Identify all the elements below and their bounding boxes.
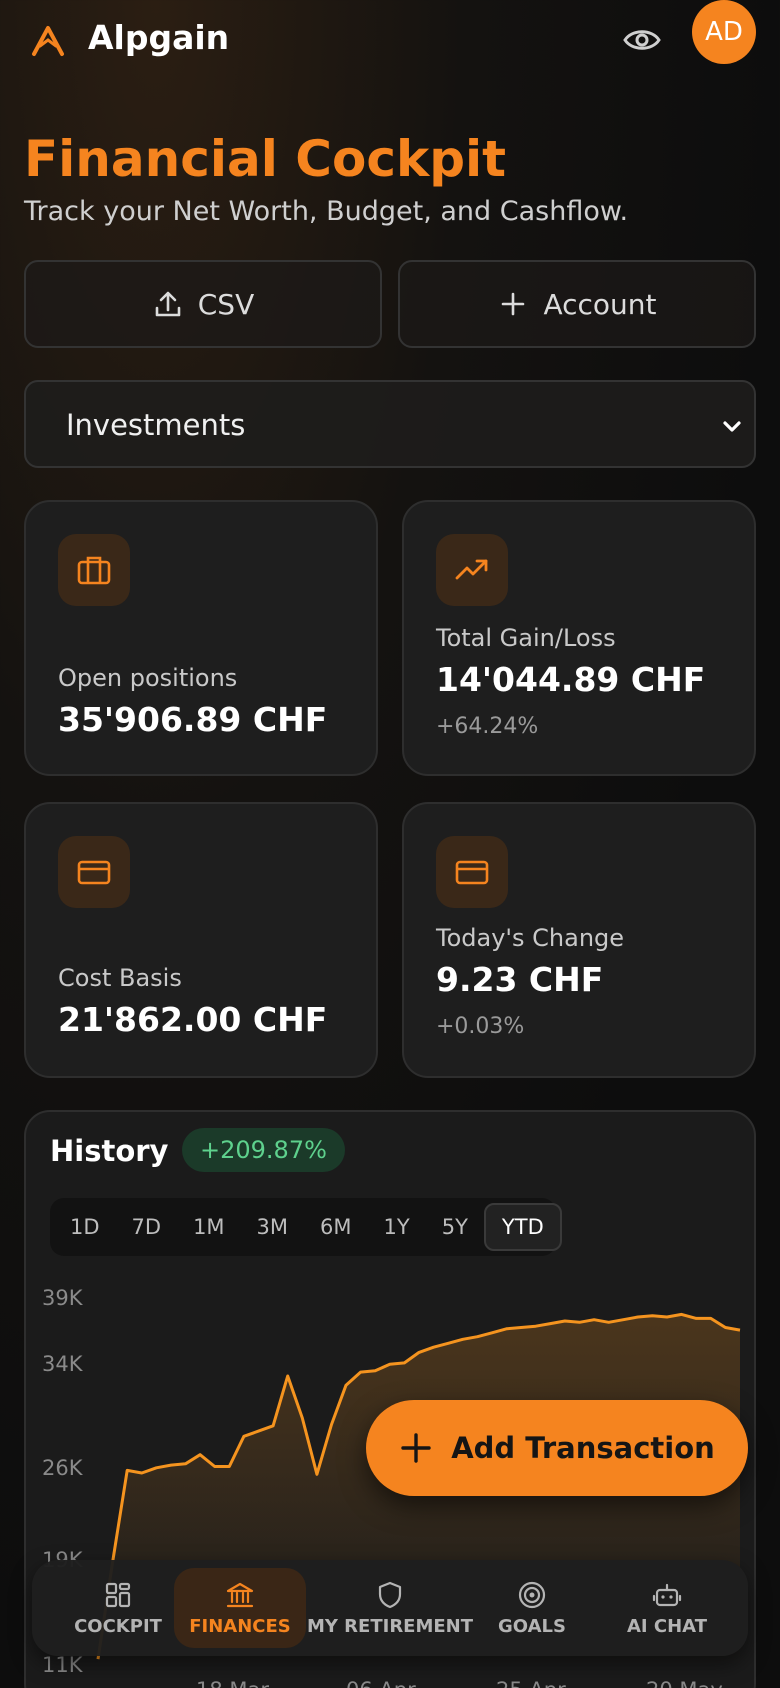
y-tick-label: 39K: [42, 1286, 83, 1310]
credit-card-icon: [58, 836, 130, 908]
bank-icon: [226, 1582, 254, 1607]
app-header: Alpgain AD: [0, 0, 780, 80]
dashboard-icon: [105, 1582, 131, 1607]
x-tick-label: 18 Mar: [196, 1678, 269, 1688]
y-tick-label: 26K: [42, 1456, 83, 1481]
card-value: 14'044.89 CHF: [436, 660, 706, 699]
x-tick-label: 06 Apr: [346, 1678, 416, 1688]
mountain-logo-icon[interactable]: [30, 22, 66, 58]
card-label: Cost Basis: [58, 964, 182, 992]
add-transaction-label: Add Transaction: [451, 1431, 715, 1465]
nav-item-goals[interactable]: GOALS: [474, 1568, 590, 1648]
x-tick-label: 20 May: [646, 1678, 723, 1688]
card-value: 35'906.89 CHF: [58, 700, 328, 739]
plus-icon: [401, 1433, 431, 1463]
open-positions-card[interactable]: Open positions 35'906.89 CHF: [24, 500, 378, 776]
upload-icon: [155, 291, 181, 317]
cost-basis-card[interactable]: Cost Basis 21'862.00 CHF: [24, 802, 378, 1078]
card-value: 21'862.00 CHF: [58, 1000, 328, 1039]
todays-change-card[interactable]: Today's Change 9.23 CHF +0.03%: [402, 802, 756, 1078]
nav-item-my-retirement[interactable]: MY RETIREMENT: [306, 1568, 474, 1648]
card-label: Today's Change: [436, 924, 625, 952]
credit-card-icon: [436, 836, 508, 908]
add-transaction-button[interactable]: Add Transaction: [366, 1400, 748, 1496]
brand-name: Alpgain: [88, 18, 230, 57]
card-percent: +64.24%: [436, 714, 539, 739]
card-label: Open positions: [58, 664, 238, 692]
page-subtitle: Track your Net Worth, Budget, and Cashfl…: [24, 196, 629, 227]
chevron-down-icon: [723, 421, 741, 432]
nav-item-ai-chat[interactable]: AI CHAT: [604, 1568, 730, 1648]
add-account-button[interactable]: Account: [398, 260, 756, 348]
page-title: Financial Cockpit: [24, 130, 507, 188]
target-icon: [518, 1581, 546, 1608]
bottom-nav: COCKPIT FINANCES MY RETIREMENT GOALS AI …: [32, 1560, 748, 1656]
eye-icon[interactable]: [622, 22, 662, 58]
card-value: 9.23 CHF: [436, 960, 604, 999]
x-tick-label: 25 Apr: [496, 1678, 566, 1688]
total-gain-loss-card[interactable]: Total Gain/Loss 14'044.89 CHF +64.24%: [402, 500, 756, 776]
csv-button-label: CSV: [197, 287, 255, 321]
nav-label: FINANCES: [189, 1615, 291, 1637]
nav-label: AI CHAT: [627, 1615, 707, 1637]
nav-label: GOALS: [498, 1615, 566, 1637]
y-tick-label: 11K: [42, 1653, 83, 1677]
trending-up-icon: [436, 534, 508, 606]
csv-upload-button[interactable]: CSV: [24, 260, 382, 348]
y-tick-label: 34K: [42, 1351, 83, 1376]
user-avatar[interactable]: AD: [692, 0, 756, 64]
account-button-label: Account: [543, 287, 657, 321]
nav-item-finances[interactable]: FINANCES: [174, 1568, 306, 1648]
card-percent: +0.03%: [436, 1014, 525, 1039]
category-select[interactable]: Investments: [24, 380, 756, 468]
shield-icon: [378, 1581, 402, 1608]
plus-icon: [502, 292, 525, 316]
robot-icon: [652, 1583, 682, 1606]
category-select-value: Investments: [66, 408, 246, 442]
nav-label: COCKPIT: [74, 1615, 162, 1637]
card-label: Total Gain/Loss: [436, 624, 616, 652]
nav-item-cockpit[interactable]: COCKPIT: [56, 1568, 180, 1648]
briefcase-icon: [58, 534, 130, 606]
nav-label: MY RETIREMENT: [306, 1615, 474, 1637]
